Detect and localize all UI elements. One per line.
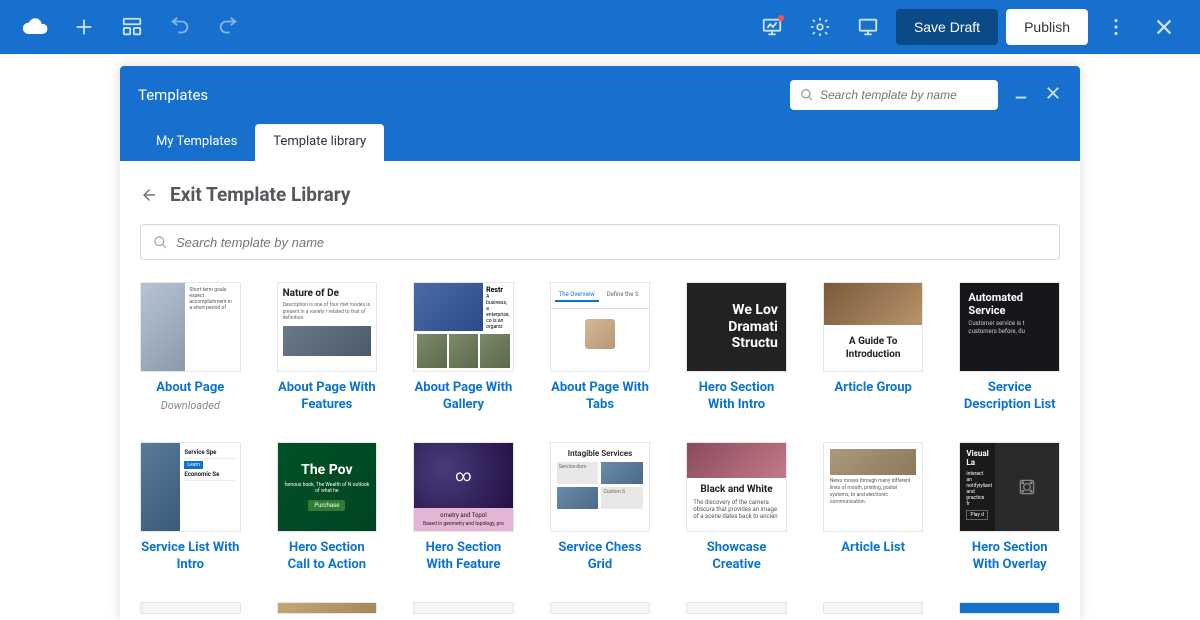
template-card[interactable]: [413, 602, 514, 614]
template-title: About Page: [156, 380, 224, 397]
template-card[interactable]: ∞ ometry and TopolBased in geometry and …: [413, 442, 514, 574]
header-search-input[interactable]: [820, 88, 988, 102]
template-thumbnail: RestrA business, a enterprise, co is an …: [413, 282, 514, 372]
tab-my-templates[interactable]: My Templates: [138, 124, 255, 161]
modal-tabs: My Templates Template library: [138, 124, 1062, 161]
body-search[interactable]: [140, 224, 1060, 260]
template-card[interactable]: [550, 602, 651, 614]
template-thumbnail: [413, 602, 514, 614]
exit-library-row: Exit Template Library: [140, 183, 1060, 206]
template-title: Service Chess Grid: [550, 540, 651, 574]
template-card[interactable]: Nature of De Description is one of four …: [277, 282, 378, 414]
top-bar: Save Draft Publish: [0, 0, 1200, 54]
desktop-preview-icon[interactable]: [848, 7, 888, 47]
template-title: About Page With Gallery: [413, 380, 514, 414]
template-card[interactable]: Service Spe Learn Economic Se Service Li…: [140, 442, 241, 574]
close-editor-icon[interactable]: [1144, 7, 1184, 47]
template-thumbnail: [686, 602, 787, 614]
templates-modal: Templates My Templates Template library: [120, 66, 1080, 620]
template-card[interactable]: [140, 602, 241, 614]
template-thumbnail: We Lov Dramati Structu: [686, 282, 787, 372]
header-search[interactable]: [790, 80, 998, 110]
template-thumbnail: ∞ ometry and TopolBased in geometry and …: [413, 442, 514, 532]
topbar-right: Save Draft Publish: [752, 7, 1184, 47]
back-arrow-icon[interactable]: [140, 186, 158, 204]
modal-header: Templates My Templates Template library: [120, 66, 1080, 161]
more-vertical-icon[interactable]: [1096, 7, 1136, 47]
minimize-icon[interactable]: [1012, 84, 1030, 106]
template-card[interactable]: RestrA business, a enterprise, co is an …: [413, 282, 514, 414]
template-thumbnail: Visual Lainteract an notifyiyliant and p…: [959, 442, 1060, 532]
template-title: Hero Section Call to Action: [277, 540, 378, 574]
close-modal-icon[interactable]: [1044, 84, 1062, 106]
template-card[interactable]: A Guide To Introduction Article Group: [823, 282, 924, 414]
template-card[interactable]: News moves through many different lines …: [823, 442, 924, 574]
template-thumbnail: [550, 602, 651, 614]
template-thumbnail: The OverviewDefine the S: [550, 282, 651, 372]
publish-button[interactable]: Publish: [1006, 9, 1088, 45]
template-thumbnail: A Guide To Introduction: [823, 282, 924, 372]
modal-body[interactable]: Exit Template Library Short term goals e…: [120, 161, 1080, 620]
template-card[interactable]: [277, 602, 378, 614]
template-card[interactable]: The Pov famous book, The Wealth of N out…: [277, 442, 378, 574]
template-title: About Page With Tabs: [550, 380, 651, 414]
body-search-input[interactable]: [176, 235, 1047, 250]
template-title: Article List: [841, 540, 905, 557]
search-icon: [800, 88, 814, 102]
template-thumbnail: Intagible Services Service-domCustom S: [550, 442, 651, 532]
template-thumbnail: [823, 602, 924, 614]
template-status: Downloaded: [161, 399, 220, 412]
template-title: Showcase Creative: [686, 540, 787, 574]
template-thumbnail: The Pov famous book, The Wealth of N out…: [277, 442, 378, 532]
template-title: Service Description List: [959, 380, 1060, 414]
cloud-logo-icon[interactable]: [16, 7, 56, 47]
template-title: About Page With Features: [277, 380, 378, 414]
template-card[interactable]: Black and WhiteThe discovery of the came…: [686, 442, 787, 574]
template-thumbnail: Nature of De Description is one of four …: [277, 282, 378, 372]
template-title: Hero Section With Intro: [686, 380, 787, 414]
gear-icon[interactable]: [800, 7, 840, 47]
template-thumbnail: News moves through many different lines …: [823, 442, 924, 532]
undo-icon[interactable]: [160, 7, 200, 47]
save-draft-button[interactable]: Save Draft: [896, 9, 998, 45]
template-thumbnail: [959, 602, 1060, 614]
search-icon: [153, 235, 168, 250]
template-card[interactable]: Short term goals expect accomplishment i…: [140, 282, 241, 414]
template-card[interactable]: Intagible Services Service-domCustom S S…: [550, 442, 651, 574]
redo-icon[interactable]: [208, 7, 248, 47]
template-thumbnail: Short term goals expect accomplishment i…: [140, 282, 241, 372]
tab-template-library[interactable]: Template library: [255, 124, 384, 161]
presentation-icon[interactable]: [752, 7, 792, 47]
template-card[interactable]: [686, 602, 787, 614]
exit-library-title: Exit Template Library: [170, 183, 350, 206]
template-card[interactable]: Visual Lainteract an notifyiyliant and p…: [959, 442, 1060, 574]
add-icon[interactable]: [64, 7, 104, 47]
template-title: Hero Section With Feature: [413, 540, 514, 574]
template-card[interactable]: We Lov Dramati Structu Hero Section With…: [686, 282, 787, 414]
layout-widgets-icon[interactable]: [112, 7, 152, 47]
template-thumbnail: Automated Service Customer service is t …: [959, 282, 1060, 372]
modal-title: Templates: [138, 86, 208, 104]
template-card[interactable]: [823, 602, 924, 614]
template-card[interactable]: [959, 602, 1060, 614]
template-card[interactable]: Automated Service Customer service is t …: [959, 282, 1060, 414]
template-card[interactable]: The OverviewDefine the S About Page With…: [550, 282, 651, 414]
template-thumbnail: Black and WhiteThe discovery of the came…: [686, 442, 787, 532]
template-thumbnail: [277, 602, 378, 614]
template-title: Service List With Intro: [140, 540, 241, 574]
template-thumbnail: Service Spe Learn Economic Se: [140, 442, 241, 532]
template-thumbnail: [140, 602, 241, 614]
template-grid: Short term goals expect accomplishment i…: [140, 282, 1060, 614]
template-title: Hero Section With Overlay: [959, 540, 1060, 574]
topbar-left: [16, 7, 248, 47]
template-title: Article Group: [834, 380, 911, 397]
